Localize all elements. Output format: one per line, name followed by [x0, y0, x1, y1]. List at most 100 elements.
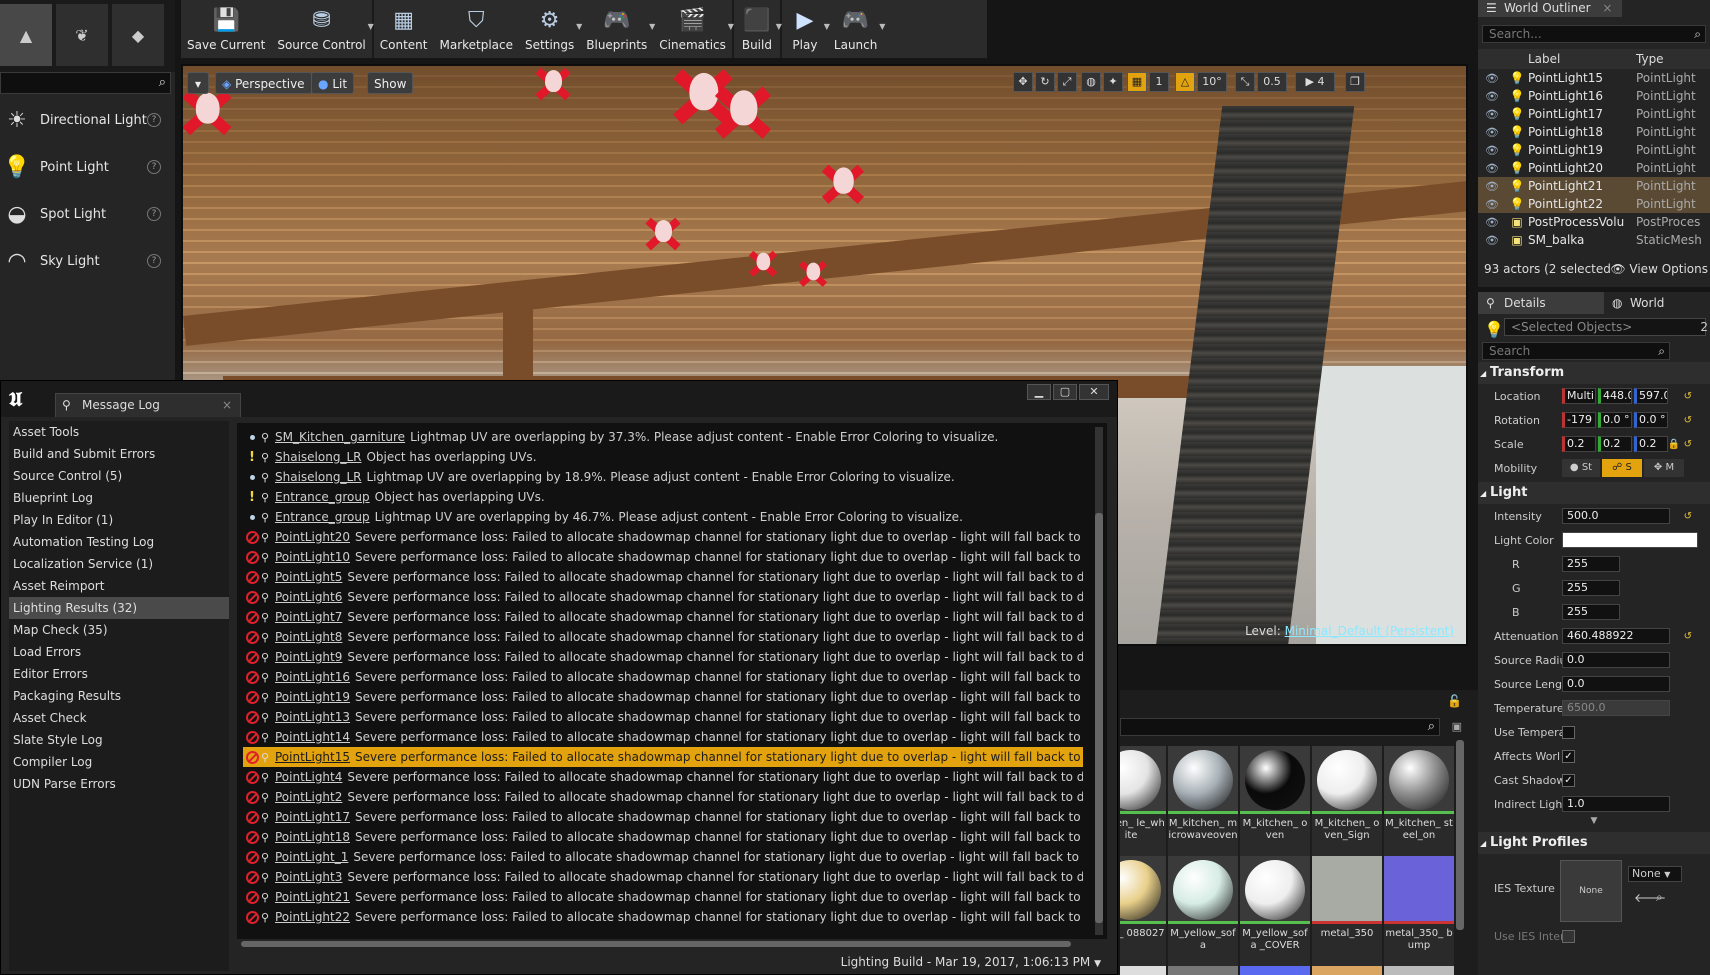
reset-icon[interactable]: ↺: [1684, 631, 1692, 642]
light-category[interactable]: Light: [1478, 482, 1710, 505]
outliner-row[interactable]: 👁 💡 PointLight22 PointLight: [1478, 195, 1710, 213]
log-actor-link[interactable]: Entrance_group: [275, 490, 370, 504]
close-icon[interactable]: ×: [1602, 1, 1612, 15]
find-actor-icon[interactable]: ⚲: [261, 871, 275, 884]
label-column-header[interactable]: Label: [1528, 49, 1636, 69]
log-actor-link[interactable]: PointLight8: [275, 630, 342, 644]
find-actor-icon[interactable]: ⚲: [261, 611, 275, 624]
log-actor-link[interactable]: PointLight18: [275, 830, 350, 844]
log-actor-link[interactable]: PointLight17: [275, 810, 350, 824]
message-log-titlebar[interactable]: 𝖀 ⚲ Message Log × ▁ ▢ ✕: [1, 381, 1117, 417]
log-actor-link[interactable]: PointLight16: [275, 670, 350, 684]
help-icon[interactable]: ?: [147, 254, 161, 268]
tab-details[interactable]: ⚲ Details: [1478, 292, 1604, 314]
message-log-tab[interactable]: ⚲ Message Log ×: [55, 393, 241, 417]
eye-icon[interactable]: 👁: [1478, 108, 1506, 121]
find-actor-icon[interactable]: ⚲: [261, 911, 275, 924]
type-column-header[interactable]: Type: [1636, 49, 1708, 69]
affects-world-checkbox[interactable]: ✓: [1562, 749, 1575, 763]
asset-tile[interactable]: metal_350_ bump: [1384, 856, 1454, 966]
color-g-field[interactable]: 255: [1562, 580, 1620, 596]
log-category-item[interactable]: Lighting Results (32): [9, 597, 229, 619]
eye-icon[interactable]: 👁: [1478, 72, 1506, 85]
toolbar-marketplace-button[interactable]: ⛉ Marketplace: [433, 0, 519, 58]
asset-tile[interactable]: [1120, 966, 1166, 975]
log-row[interactable]: ⚲ PointLight3 Severe performance loss: Fai…: [243, 867, 1083, 887]
toolbar-content-button[interactable]: ▦ Content: [374, 0, 434, 58]
transform-category[interactable]: Transform: [1478, 362, 1710, 385]
log-actor-link[interactable]: PointLight22: [275, 910, 350, 924]
find-actor-icon[interactable]: ⚲: [261, 651, 275, 664]
toolbar-source-control-button[interactable]: ⛃ Source Control ▼: [271, 0, 373, 58]
rotation-y[interactable]: 0.0 °: [1598, 412, 1632, 428]
location-z[interactable]: 597.0: [1634, 388, 1668, 404]
asset-tile[interactable]: M_kitchen_ oven: [1240, 746, 1310, 856]
ies-texture-thumbnail[interactable]: None: [1560, 860, 1622, 922]
translate-tool-button[interactable]: ✥: [1013, 72, 1033, 92]
find-actor-icon[interactable]: ⚲: [261, 471, 275, 484]
log-category-item[interactable]: Packaging Results: [9, 685, 229, 707]
outliner-row[interactable]: 👁 💡 PointLight15 PointLight: [1478, 69, 1710, 87]
outliner-row[interactable]: 👁 💡 PointLight18 PointLight: [1478, 123, 1710, 141]
reset-icon[interactable]: ↺: [1684, 439, 1692, 450]
scale-y[interactable]: 0.2: [1598, 436, 1632, 452]
log-row[interactable]: ⚲ PointLight_1 Severe performance loss: Fa…: [243, 847, 1083, 867]
toolbar-play-button[interactable]: ▶ Play ▼: [782, 0, 830, 58]
find-actor-icon[interactable]: ⚲: [261, 891, 275, 904]
perspective-button[interactable]: ◈ Perspective: [215, 72, 312, 94]
log-category-item[interactable]: Compiler Log: [9, 751, 229, 773]
point-light-actor[interactable]: [797, 259, 829, 287]
help-icon[interactable]: ?: [147, 160, 161, 174]
modes-search-input[interactable]: ⌕: [0, 72, 171, 94]
log-row[interactable]: ⚲ PointLight21 Severe performance loss: Fa…: [243, 887, 1083, 907]
mobility-static[interactable]: ● St: [1562, 459, 1600, 477]
find-actor-icon[interactable]: ⚲: [261, 591, 275, 604]
log-category-item[interactable]: Localization Service (1): [9, 553, 229, 575]
rotation-label[interactable]: Rotation: [1478, 414, 1562, 427]
log-row[interactable]: ⚲ PointLight19 Severe performance loss: Fa…: [243, 687, 1083, 707]
location-x[interactable]: Multi: [1562, 388, 1596, 404]
grid-size-button[interactable]: 1: [1149, 72, 1169, 92]
level-name[interactable]: Minimal_Default (Persistent): [1285, 624, 1454, 638]
content-search-input[interactable]: ⌕: [1120, 718, 1440, 736]
view-options-button[interactable]: 👁 View Options: [1610, 262, 1708, 276]
asset-tile[interactable]: [1312, 966, 1382, 975]
log-category-item[interactable]: Build and Submit Errors: [9, 443, 229, 465]
log-actor-link[interactable]: PointLight20: [275, 530, 350, 544]
log-row[interactable]: ! ⚲ Shaiselong_LR Object has overlapping UV…: [243, 447, 1083, 467]
log-row[interactable]: ⚲ PointLight15 Severe performance loss: Fa…: [243, 747, 1083, 767]
lock-icon[interactable]: 🔒: [1668, 439, 1680, 450]
outliner-row[interactable]: 👁 💡 PointLight17 PointLight: [1478, 105, 1710, 123]
log-actor-link[interactable]: PointLight21: [275, 890, 350, 904]
browse-search-icon[interactable]: ⌕: [1656, 890, 1663, 905]
location-y[interactable]: 448.0: [1598, 388, 1632, 404]
log-actor-link[interactable]: Shaiselong_LR: [275, 450, 361, 464]
find-actor-icon[interactable]: ⚲: [261, 671, 275, 684]
rotation-snap-value-button[interactable]: 10°: [1197, 72, 1227, 92]
asset-tile[interactable]: M_kitchen_ oven_Sign: [1312, 746, 1382, 856]
log-row[interactable]: ⚲ PointLight17 Severe performance loss: Fa…: [243, 807, 1083, 827]
outliner-row[interactable]: 👁 💡 PointLight21 PointLight: [1478, 177, 1710, 195]
toolbar-build-button[interactable]: ⬛ Build ▼: [734, 0, 782, 58]
world-local-toggle[interactable]: ◍: [1081, 72, 1101, 92]
light-color-swatch[interactable]: [1562, 532, 1698, 548]
log-actor-link[interactable]: PointLight6: [275, 590, 342, 604]
log-row[interactable]: ⚲ PointLight5 Severe performance loss: Fai…: [243, 567, 1083, 587]
place-mode-tab[interactable]: ▲: [0, 4, 52, 66]
log-actor-link[interactable]: PointLight2: [275, 790, 342, 804]
log-category-item[interactable]: Asset Reimport: [9, 575, 229, 597]
reset-icon[interactable]: ↺: [1684, 511, 1692, 522]
log-category-item[interactable]: Play In Editor (1): [9, 509, 229, 531]
mobility-movable[interactable]: ✥ M: [1644, 459, 1684, 477]
scale-tool-button[interactable]: ⤢: [1057, 72, 1077, 92]
rotate-tool-button[interactable]: ↻: [1035, 72, 1055, 92]
log-row[interactable]: ⚲ Shaiselong_LR Lightmap UV are overlappin…: [243, 467, 1083, 487]
viewport-options-button[interactable]: ▾: [187, 72, 209, 94]
content-scrollbar[interactable]: [1456, 740, 1464, 930]
camera-speed-button[interactable]: ▶ 4: [1295, 72, 1335, 92]
log-category-item[interactable]: Slate Style Log: [9, 729, 229, 751]
eye-icon[interactable]: 👁: [1478, 90, 1506, 103]
find-actor-icon[interactable]: ⚲: [261, 811, 275, 824]
scale-x[interactable]: 0.2: [1562, 436, 1596, 452]
geometry-mode-tab[interactable]: ◆: [112, 4, 164, 66]
